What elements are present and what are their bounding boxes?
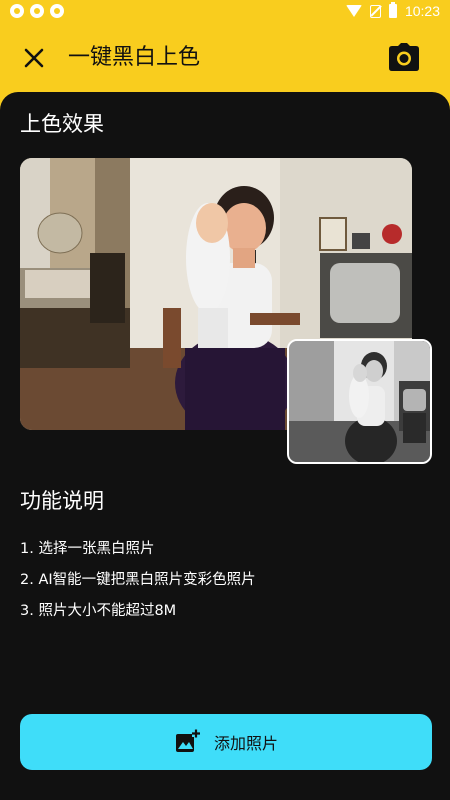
page-title: 一键黑白上色: [68, 45, 201, 70]
notification-icon: [50, 4, 64, 18]
status-time: 10:23: [404, 3, 440, 19]
camera-icon[interactable]: [388, 42, 420, 72]
add-photo-button[interactable]: 添加照片: [20, 714, 432, 770]
add-photo-label: 添加照片: [213, 734, 278, 753]
step-item: 3. 照片大小不能超过8M: [20, 603, 177, 619]
notification-icons: [10, 4, 64, 18]
step-item: 2. AI智能一键把黑白照片变彩色照片: [20, 572, 256, 588]
status-bar: 10:23: [0, 0, 450, 26]
close-icon[interactable]: [22, 46, 46, 70]
notification-icon: [30, 4, 44, 18]
result-title: 上色效果: [20, 112, 104, 136]
function-title: 功能说明: [20, 489, 104, 513]
notification-icon: [10, 4, 24, 18]
content-panel: 上色效果 功能说明 1. 选择一张黑白照片 2. AI智能一键把黑白照片变彩色照…: [0, 92, 450, 800]
app-bar: 一键黑白上色: [0, 26, 450, 90]
add-photo-icon: [175, 729, 200, 752]
no-sim-icon: [369, 4, 381, 18]
function-steps: 1. 选择一张黑白照片 2. AI智能一键把黑白照片变彩色照片 3. 照片大小不…: [20, 534, 256, 627]
battery-icon: [388, 2, 397, 18]
original-bw-photo: [287, 339, 432, 464]
system-icons: 10:23: [345, 2, 440, 19]
step-item: 1. 选择一张黑白照片: [20, 541, 155, 557]
wifi-icon: [345, 5, 362, 17]
